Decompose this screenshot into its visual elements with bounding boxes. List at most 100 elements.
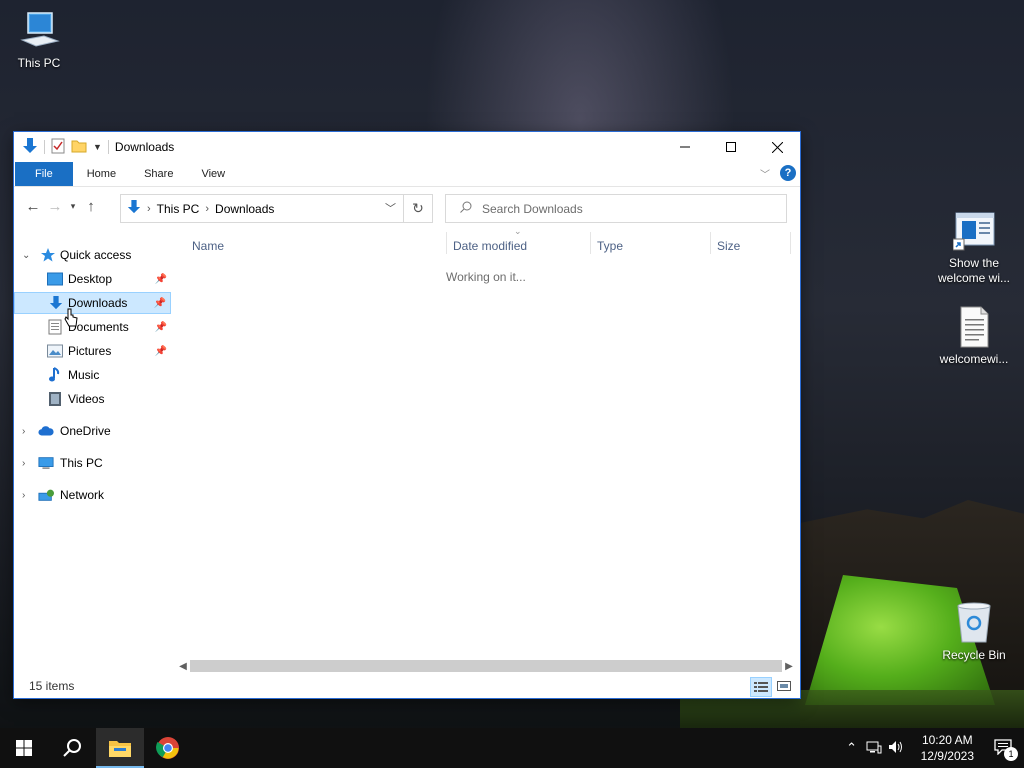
nav-label: Desktop [68, 272, 113, 286]
title-bar[interactable]: ▼ Downloads [14, 132, 800, 162]
pin-icon: 📌 [154, 321, 167, 333]
details-view-icon[interactable] [750, 677, 772, 697]
new-folder-icon[interactable] [71, 138, 87, 157]
nav-item-documents[interactable]: Documents 📌 [14, 316, 171, 338]
desktop-folder-icon [47, 271, 63, 287]
desktop-icon-label: This PC [17, 56, 61, 70]
chevron-right-icon[interactable]: › [205, 203, 209, 215]
tab-view[interactable]: View [187, 162, 239, 186]
pin-icon: 📌 [154, 273, 167, 285]
volume-icon[interactable] [885, 740, 907, 757]
chevron-up-icon[interactable]: ⌃ [841, 740, 863, 756]
nav-label: Pictures [68, 344, 112, 358]
horizontal-scrollbar[interactable]: ◀ ▶ [176, 658, 796, 674]
up-button[interactable]: ↑ [80, 198, 102, 215]
nav-item-pictures[interactable]: Pictures 📌 [14, 340, 171, 362]
address-dropdown-icon[interactable]: ﹀ [385, 200, 396, 216]
network-icon[interactable] [863, 740, 885, 757]
column-header-type[interactable]: Type [597, 234, 623, 258]
clock[interactable]: 10:20 AM 12/9/2023 [921, 732, 974, 764]
expand-ribbon-icon[interactable]: ﹀ [760, 166, 770, 181]
refresh-button[interactable]: ↻ [403, 195, 432, 222]
qat-divider [44, 140, 45, 154]
chevron-right-icon[interactable]: › [147, 203, 151, 215]
search-box[interactable]: Search Downloads [445, 194, 787, 223]
breadcrumb-downloads[interactable]: Downloads [215, 202, 274, 216]
search-icon [460, 201, 472, 216]
chevron-down-icon[interactable]: ⌄ [22, 250, 30, 261]
file-list[interactable]: Name ⌄ Date modified Type Size Working o… [184, 226, 792, 670]
desktop-icon-label: Recycle Bin [942, 648, 1006, 662]
pictures-icon [47, 343, 63, 359]
desktop-icon-welcome-file[interactable]: welcomewi... [932, 306, 1016, 367]
column-divider[interactable] [590, 232, 591, 254]
back-button[interactable]: ← [22, 198, 44, 215]
large-icons-view-icon[interactable] [774, 677, 794, 695]
tab-home[interactable]: Home [73, 162, 130, 186]
desktop-icon-label: Show the welcome wi... [937, 256, 1011, 285]
nav-item-downloads[interactable]: Downloads 📌 [14, 292, 171, 314]
start-button[interactable] [0, 728, 48, 768]
recycle-bin-icon [953, 602, 995, 644]
column-divider[interactable] [790, 232, 791, 254]
nav-quick-access[interactable]: ⌄ Quick access [14, 244, 171, 266]
address-row: ← → ▾ ↑ › This PC › Downloads ﹀ ↻ Search… [14, 187, 800, 225]
column-divider[interactable] [710, 232, 711, 254]
pin-icon: 📌 [154, 345, 167, 357]
customize-toolbar-icon[interactable]: ▼ [93, 142, 102, 152]
nav-label: Music [68, 368, 100, 382]
nav-item-desktop[interactable]: Desktop 📌 [14, 268, 171, 290]
scrollbar-thumb[interactable] [190, 660, 782, 672]
column-header-size[interactable]: Size [717, 234, 740, 258]
computer-icon [38, 455, 54, 471]
nav-label: Videos [68, 392, 105, 406]
navigation-pane: ⌄ Quick access Desktop 📌 Downloads 📌 Doc… [14, 244, 172, 654]
column-divider[interactable] [446, 232, 447, 254]
chevron-right-icon[interactable]: › [22, 490, 25, 501]
chrome-icon [156, 737, 179, 759]
maximize-button[interactable] [708, 132, 754, 162]
nav-item-this-pc[interactable]: › This PC [14, 452, 171, 474]
taskbar-file-explorer[interactable] [96, 728, 144, 768]
tab-share[interactable]: Share [130, 162, 187, 186]
desktop-icon-welcome-shortcut[interactable]: Show the welcome wi... [932, 210, 1016, 286]
nav-item-videos[interactable]: Videos [14, 388, 171, 410]
recent-locations-button[interactable]: ▾ [66, 201, 80, 212]
desktop-icon-label: welcomewi... [939, 352, 1009, 366]
breadcrumb-this-pc[interactable]: This PC [157, 202, 200, 216]
music-icon [47, 367, 63, 383]
system-tray: ⌃ 10:20 AM 12/9/2023 1 [841, 728, 1024, 768]
tab-file[interactable]: File [15, 162, 73, 186]
windows-logo-icon [16, 740, 32, 756]
scroll-right-icon[interactable]: ▶ [782, 658, 796, 674]
nav-item-network[interactable]: › Network [14, 484, 171, 506]
help-icon[interactable]: ? [780, 165, 796, 181]
column-header-name[interactable]: Name [192, 234, 224, 258]
notification-badge: 1 [1004, 746, 1018, 761]
address-bar[interactable]: › This PC › Downloads ﹀ ↻ [120, 194, 433, 223]
nav-label: OneDrive [60, 424, 111, 438]
nav-label: Network [60, 488, 105, 502]
search-button[interactable] [48, 728, 96, 768]
forward-button[interactable]: → [44, 198, 66, 215]
taskbar-chrome[interactable] [144, 728, 192, 768]
desktop-icon-recycle-bin[interactable]: Recycle Bin [932, 602, 1016, 663]
computer-icon [18, 10, 60, 52]
hand-cursor-icon [64, 308, 78, 331]
chevron-right-icon[interactable]: › [22, 458, 25, 469]
minimize-button[interactable] [662, 132, 708, 162]
folder-icon [109, 741, 131, 757]
column-header-date-modified[interactable]: Date modified [453, 234, 527, 258]
nav-label: This PC [60, 456, 103, 470]
chevron-right-icon[interactable]: › [22, 426, 25, 437]
ribbon-tabs: File Home Share View ﹀ ? [14, 162, 800, 187]
loading-text: Working on it... [446, 270, 526, 284]
scroll-left-icon[interactable]: ◀ [176, 658, 190, 674]
desktop-icon-this-pc[interactable]: This PC [0, 10, 81, 71]
search-placeholder: Search Downloads [482, 201, 583, 216]
nav-item-onedrive[interactable]: › OneDrive [14, 420, 171, 442]
notifications-button[interactable]: 1 [988, 738, 1018, 761]
nav-item-music[interactable]: Music [14, 364, 171, 386]
close-button[interactable] [754, 132, 800, 162]
properties-icon[interactable] [51, 138, 65, 157]
